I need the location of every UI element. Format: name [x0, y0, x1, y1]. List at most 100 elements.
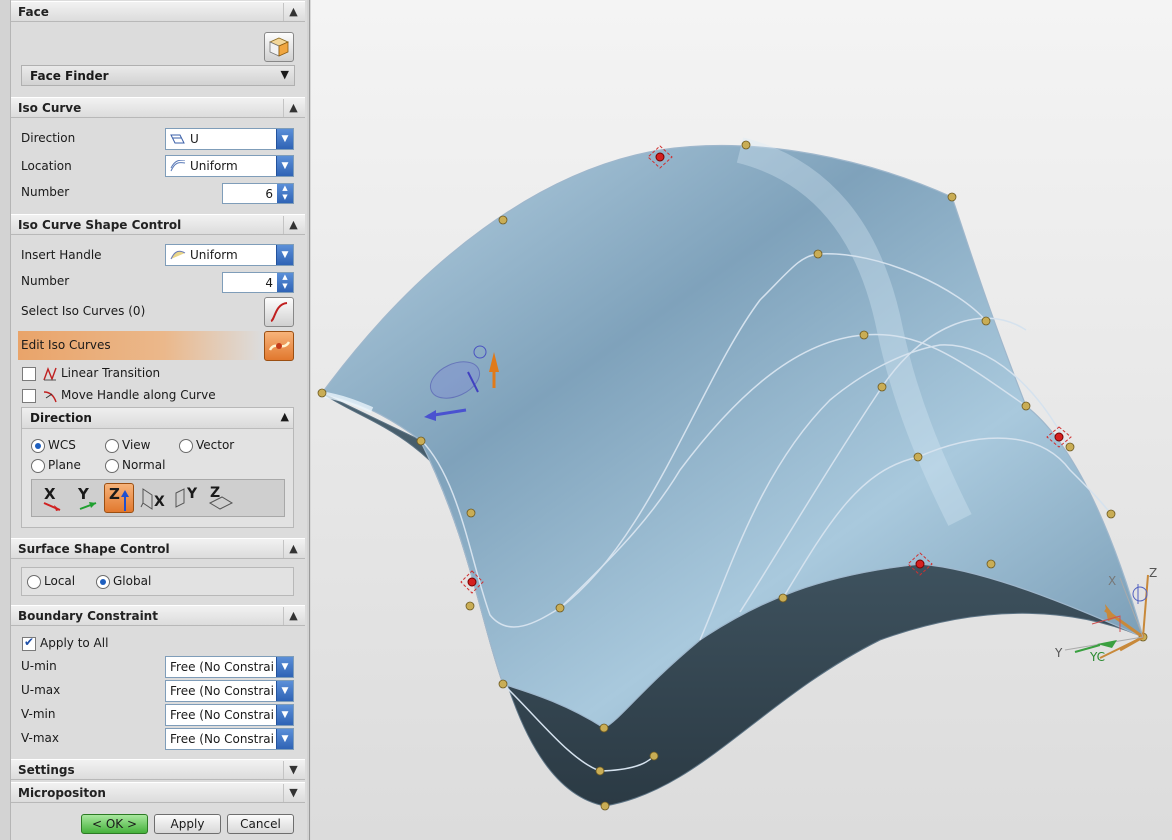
handle-point[interactable] — [317, 388, 327, 398]
v-min-label: V-min — [21, 707, 56, 721]
surface-model[interactable] — [311, 0, 1172, 840]
wcs-label: WCS — [48, 438, 76, 452]
insert-handle-dropdown[interactable]: Uniform ▼ — [165, 244, 294, 266]
section-settings-header[interactable]: Settings ▼ — [11, 759, 305, 780]
dropdown-arrow-icon[interactable]: ▼ — [276, 129, 293, 149]
select-curve-button[interactable] — [264, 297, 294, 327]
v-min-dropdown[interactable]: Free (No Constraint) ▼ — [165, 704, 294, 726]
plane-yz-button[interactable]: X — [138, 483, 168, 513]
handle-point[interactable] — [986, 559, 996, 569]
dropdown-arrow-icon[interactable]: ▼ — [276, 681, 293, 701]
dropdown-arrow-icon[interactable]: ▼ — [276, 657, 293, 677]
apply-button[interactable]: Apply — [154, 814, 221, 834]
linear-transition-checkbox[interactable] — [22, 367, 36, 381]
handle-point[interactable] — [813, 249, 823, 259]
view-radio[interactable] — [105, 439, 119, 453]
spinner-arrows-icon[interactable]: ▲ ▼ — [277, 184, 293, 203]
section-shape-control-header[interactable]: Iso Curve Shape Control ▲ — [11, 214, 305, 235]
global-radio[interactable] — [96, 575, 110, 589]
direction-dropdown[interactable]: U ▼ — [165, 128, 294, 150]
ok-button[interactable]: < OK > — [81, 814, 148, 834]
plane-label: Plane — [48, 458, 81, 472]
handle-number-spinner[interactable]: 4 ▲ ▼ — [222, 272, 294, 293]
edit-iso-curves-row[interactable]: Edit Iso Curves — [18, 331, 262, 360]
plane-x-label: X — [154, 494, 165, 510]
handle-point[interactable] — [1065, 442, 1075, 452]
location-value: Uniform — [190, 159, 238, 173]
move-handle-label: Move Handle along Curve — [61, 388, 216, 402]
arrow-x-icon — [43, 502, 61, 511]
handle-point[interactable] — [877, 382, 887, 392]
chevron-down-icon[interactable]: ▼ — [283, 761, 303, 779]
axis-x-button[interactable]: X — [36, 483, 66, 513]
location-label: Location — [21, 159, 72, 173]
edit-iso-curves-button[interactable] — [264, 331, 294, 361]
apply-to-all-checkbox[interactable] — [22, 635, 36, 651]
chevron-up-icon[interactable]: ▲ — [283, 216, 303, 234]
chevron-up-icon[interactable]: ▲ — [283, 3, 303, 21]
section-iso-curve-header[interactable]: Iso Curve ▲ — [11, 97, 305, 118]
section-boundary-header[interactable]: Boundary Constraint ▲ — [11, 605, 305, 626]
move-handle-checkbox[interactable] — [22, 389, 36, 403]
handle-point[interactable] — [741, 140, 751, 150]
plane-xz-button[interactable]: Y — [172, 483, 202, 513]
dropdown-arrow-icon[interactable]: ▼ — [276, 156, 293, 176]
axis-z-button[interactable]: Z — [104, 483, 134, 513]
edit-iso-curves-label: Edit Iso Curves — [21, 338, 111, 352]
handle-point[interactable] — [555, 603, 565, 613]
curve-icon — [270, 302, 288, 322]
handle-point[interactable] — [498, 215, 508, 225]
wcs-radio[interactable] — [31, 439, 45, 453]
u-max-value: Free (No Constraint) — [170, 684, 275, 698]
section-surface-shape-header[interactable]: Surface Shape Control ▲ — [11, 538, 305, 559]
face-cube-button[interactable] — [264, 32, 294, 62]
dropdown-arrow-icon[interactable]: ▼ — [276, 729, 293, 749]
section-microposition-header[interactable]: Micropositon ▼ — [11, 782, 305, 803]
handle-point[interactable] — [947, 192, 957, 202]
u-min-dropdown[interactable]: Free (No Constraint) ▼ — [165, 656, 294, 678]
v-max-label: V-max — [21, 731, 59, 745]
location-dropdown[interactable]: Uniform ▼ — [165, 155, 294, 177]
graphics-viewport[interactable]: X Z Y YC — [311, 0, 1172, 840]
v-max-dropdown[interactable]: Free (No Constraint) ▼ — [165, 728, 294, 750]
chevron-up-icon[interactable]: ▲ — [281, 410, 289, 423]
direction-subgroup-header[interactable]: Direction ▲ — [22, 408, 293, 429]
chevron-up-icon[interactable]: ▲ — [283, 607, 303, 625]
normal-radio[interactable] — [105, 459, 119, 473]
handle-point[interactable] — [600, 801, 610, 811]
number-label: Number — [21, 185, 70, 199]
chevron-up-icon[interactable]: ▲ — [283, 540, 303, 558]
handle-point[interactable] — [466, 508, 476, 518]
handle-point[interactable] — [859, 330, 869, 340]
handle-point[interactable] — [416, 436, 426, 446]
handle-point[interactable] — [599, 723, 609, 733]
chevron-down-icon[interactable]: ▼ — [283, 784, 303, 802]
plane-xy-button[interactable]: Z — [206, 483, 236, 513]
u-max-dropdown[interactable]: Free (No Constraint) ▼ — [165, 680, 294, 702]
handle-point[interactable] — [913, 452, 923, 462]
triad-z-label: Z — [1149, 566, 1158, 580]
dropdown-arrow-icon[interactable]: ▼ — [276, 705, 293, 725]
chevron-up-icon[interactable]: ▲ — [283, 99, 303, 117]
cancel-button[interactable]: Cancel — [227, 814, 294, 834]
local-radio[interactable] — [27, 575, 41, 589]
handle-point[interactable] — [981, 316, 991, 326]
handle-point[interactable] — [649, 751, 659, 761]
dropdown-arrow-icon[interactable]: ▼ — [276, 245, 293, 265]
vector-radio[interactable] — [179, 439, 193, 453]
handle-point[interactable] — [1021, 401, 1031, 411]
chevron-down-icon[interactable]: ▼ — [281, 68, 289, 81]
iso-number-spinner[interactable]: 6 ▲ ▼ — [222, 183, 294, 204]
handle-point[interactable] — [498, 679, 508, 689]
uniform-icon — [170, 160, 186, 172]
face-finder-bar[interactable]: Face Finder ▼ — [21, 65, 295, 86]
handle-point[interactable] — [465, 601, 475, 611]
handle-point[interactable] — [595, 766, 605, 776]
handle-point[interactable] — [778, 593, 788, 603]
spinner-arrows-icon[interactable]: ▲ ▼ — [277, 273, 293, 292]
axis-y-button[interactable]: Y — [70, 483, 100, 513]
select-iso-curves-label: Select Iso Curves (0) — [21, 304, 146, 318]
plane-radio[interactable] — [31, 459, 45, 473]
handle-point[interactable] — [1106, 509, 1116, 519]
section-face-header[interactable]: Face ▲ — [11, 1, 305, 22]
